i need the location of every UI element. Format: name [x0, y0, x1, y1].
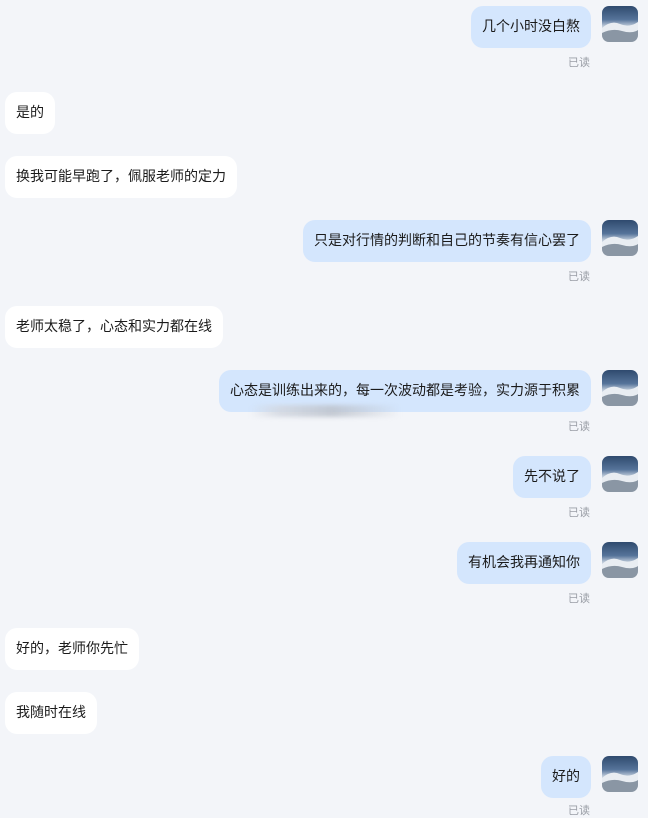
user-avatar-icon[interactable] [602, 6, 638, 42]
read-status: 已读 [568, 506, 590, 519]
read-status: 已读 [568, 592, 590, 605]
blur-overlay [250, 405, 400, 417]
read-status: 已读 [568, 804, 590, 817]
user-avatar-icon[interactable] [602, 220, 638, 256]
read-status: 已读 [568, 56, 590, 69]
user-avatar-icon[interactable] [602, 542, 638, 578]
user-avatar-icon[interactable] [602, 756, 638, 792]
read-status: 已读 [568, 420, 590, 433]
user-avatar-icon[interactable] [602, 456, 638, 492]
incoming-message-bubble[interactable]: 是的 [5, 92, 55, 134]
user-avatar-icon[interactable] [602, 370, 638, 406]
outgoing-message-bubble[interactable]: 有机会我再通知你 [457, 542, 591, 584]
outgoing-message-bubble[interactable]: 几个小时没白熬 [471, 6, 591, 48]
incoming-message-bubble[interactable]: 我随时在线 [5, 692, 97, 734]
incoming-message-bubble[interactable]: 换我可能早跑了，佩服老师的定力 [5, 156, 237, 198]
read-status: 已读 [568, 270, 590, 283]
incoming-message-bubble[interactable]: 好的，老师你先忙 [5, 628, 139, 670]
outgoing-message-bubble[interactable]: 先不说了 [513, 456, 591, 498]
outgoing-message-bubble[interactable]: 好的 [541, 756, 591, 798]
incoming-message-bubble[interactable]: 老师太稳了，心态和实力都在线 [5, 306, 223, 348]
chat-message-list[interactable]: 几个小时没白熬 已读 是的 换我可能早跑了，佩服老师的定力 只是对行情的判断和自… [0, 0, 648, 817]
outgoing-message-bubble[interactable]: 只是对行情的判断和自己的节奏有信心罢了 [303, 220, 591, 262]
